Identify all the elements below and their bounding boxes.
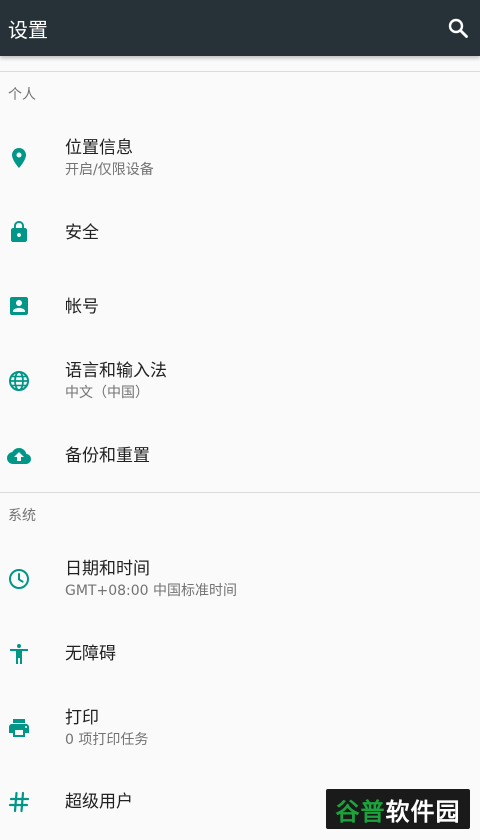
item-summary: GMT+08:00 中国标准时间 <box>65 583 238 599</box>
section-header-system: 系统 <box>8 508 36 524</box>
item-title: 语言和输入法 <box>65 361 167 381</box>
item-title: 超级用户 <box>65 792 133 812</box>
watermark-logo: 谷普 软件园 <box>326 789 470 829</box>
globe-icon <box>9 371 29 391</box>
divider <box>0 492 480 493</box>
item-title: 打印 <box>65 708 99 728</box>
accessibility-icon <box>10 644 28 664</box>
settings-item-account[interactable]: 帐号 <box>0 269 480 343</box>
item-title: 无障碍 <box>65 644 116 664</box>
settings-item-print[interactable]: 打印 0 项打印任务 <box>0 690 480 764</box>
item-title: 日期和时间 <box>65 559 150 579</box>
settings-item-accessibility[interactable]: 无障碍 <box>0 616 480 690</box>
section-header-personal: 个人 <box>8 87 36 103</box>
settings-item-backup[interactable]: 备份和重置 <box>0 418 480 492</box>
divider <box>0 71 480 72</box>
settings-item-datetime[interactable]: 日期和时间 GMT+08:00 中国标准时间 <box>0 541 480 615</box>
watermark-part2: 软件园 <box>385 797 461 826</box>
cloud-upload-icon <box>7 448 31 464</box>
settings-item-language[interactable]: 语言和输入法 中文（中国） <box>0 343 480 417</box>
item-summary: 0 项打印任务 <box>65 732 149 748</box>
item-summary: 中文（中国） <box>65 385 149 401</box>
app-toolbar: 设置 <box>0 0 480 56</box>
item-summary: 开启/仅限设备 <box>65 162 154 178</box>
location-icon <box>12 148 26 168</box>
watermark-part1: 谷普 <box>335 797 386 826</box>
item-title: 帐号 <box>65 297 99 317</box>
clock-icon <box>9 569 29 589</box>
item-title: 备份和重置 <box>65 446 150 466</box>
item-title: 位置信息 <box>65 138 133 158</box>
item-title: 安全 <box>65 223 99 243</box>
settings-item-security[interactable]: 安全 <box>0 195 480 269</box>
print-icon <box>9 719 29 737</box>
page-title: 设置 <box>8 17 48 42</box>
search-icon[interactable] <box>446 16 470 40</box>
hash-icon <box>8 791 30 813</box>
lock-icon <box>11 221 27 242</box>
settings-item-location[interactable]: 位置信息 开启/仅限设备 <box>0 121 480 195</box>
account-box-icon <box>10 297 28 315</box>
